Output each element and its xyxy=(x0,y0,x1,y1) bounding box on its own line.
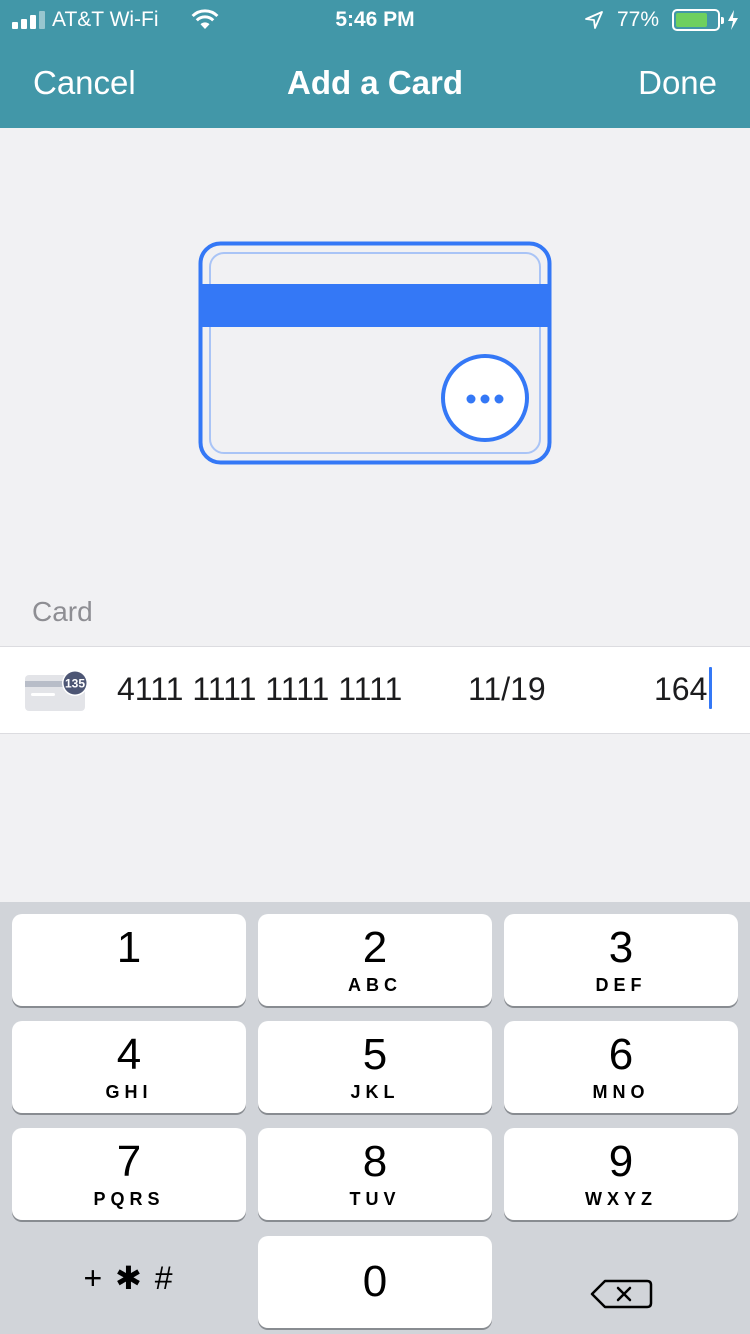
key-digit: 3 xyxy=(608,923,634,972)
symbols-key[interactable]: + ✱ # xyxy=(12,1248,246,1334)
section-label-card: Card xyxy=(32,596,93,627)
key-digit: 1 xyxy=(116,923,142,972)
key-letters: JKL xyxy=(350,1082,400,1102)
key-9[interactable]: 9 WXYZ xyxy=(504,1128,738,1220)
key-letters: MNO xyxy=(592,1082,650,1102)
top-bar: AT&T Wi-Fi 5:46 PM 77% Cancel Add a Card… xyxy=(0,0,750,128)
key-2[interactable]: 2 ABC xyxy=(258,914,492,1006)
key-digit: 0 xyxy=(362,1257,388,1306)
key-4[interactable]: 4 GHI xyxy=(12,1021,246,1113)
key-3[interactable]: 3 DEF xyxy=(504,914,738,1006)
key-letters: GHI xyxy=(105,1082,153,1102)
card-input-row[interactable]: 135 4111 1111 1111 1111 11/19 164 xyxy=(0,646,750,734)
key-digit: 2 xyxy=(362,923,388,972)
key-5[interactable]: 5 JKL xyxy=(258,1021,492,1113)
key-7[interactable]: 7 PQRS xyxy=(12,1128,246,1220)
key-digit: 8 xyxy=(362,1137,388,1186)
key-letters: DEF xyxy=(595,975,647,995)
key-letters: PQRS xyxy=(93,1189,165,1209)
key-digit: 5 xyxy=(362,1030,388,1079)
key-0[interactable]: 0 xyxy=(258,1236,492,1328)
battery-percent: 77% xyxy=(617,8,660,31)
location-arrow-icon xyxy=(585,11,603,29)
delete-key[interactable] xyxy=(504,1248,738,1334)
key-letters: ABC xyxy=(348,975,402,995)
status-bar: AT&T Wi-Fi 5:46 PM 77% xyxy=(0,0,750,40)
cvc-badge-text: 135 xyxy=(65,677,85,691)
key-1[interactable]: 1 xyxy=(12,914,246,1006)
key-6[interactable]: 6 MNO xyxy=(504,1021,738,1113)
key-letters: WXYZ xyxy=(585,1189,657,1209)
backspace-icon xyxy=(590,1279,653,1309)
key-digit: 7 xyxy=(116,1137,142,1186)
key-digit: 9 xyxy=(608,1137,634,1186)
key-8[interactable]: 8 TUV xyxy=(258,1128,492,1220)
key-letters: TUV xyxy=(349,1189,401,1209)
card-cvc-hint-icon: 135 xyxy=(25,670,88,711)
key-digit: 6 xyxy=(608,1030,634,1079)
numeric-keypad: 1 2 ABC 3 DEF 4 GHI 5 JKL 6 MNO 7 PQRS 8… xyxy=(0,902,750,1334)
text-cursor xyxy=(709,667,712,709)
expiry-field[interactable]: 11/19 xyxy=(468,671,546,708)
done-button[interactable]: Done xyxy=(638,64,717,102)
cvc-field[interactable]: 164 xyxy=(654,671,707,708)
battery-icon xyxy=(672,9,724,31)
key-digit: 4 xyxy=(116,1030,142,1079)
charging-bolt-icon xyxy=(728,10,738,30)
card-number-field[interactable]: 4111 1111 1111 1111 xyxy=(117,671,402,708)
credit-card-back-with-cvc-icon xyxy=(198,241,552,465)
